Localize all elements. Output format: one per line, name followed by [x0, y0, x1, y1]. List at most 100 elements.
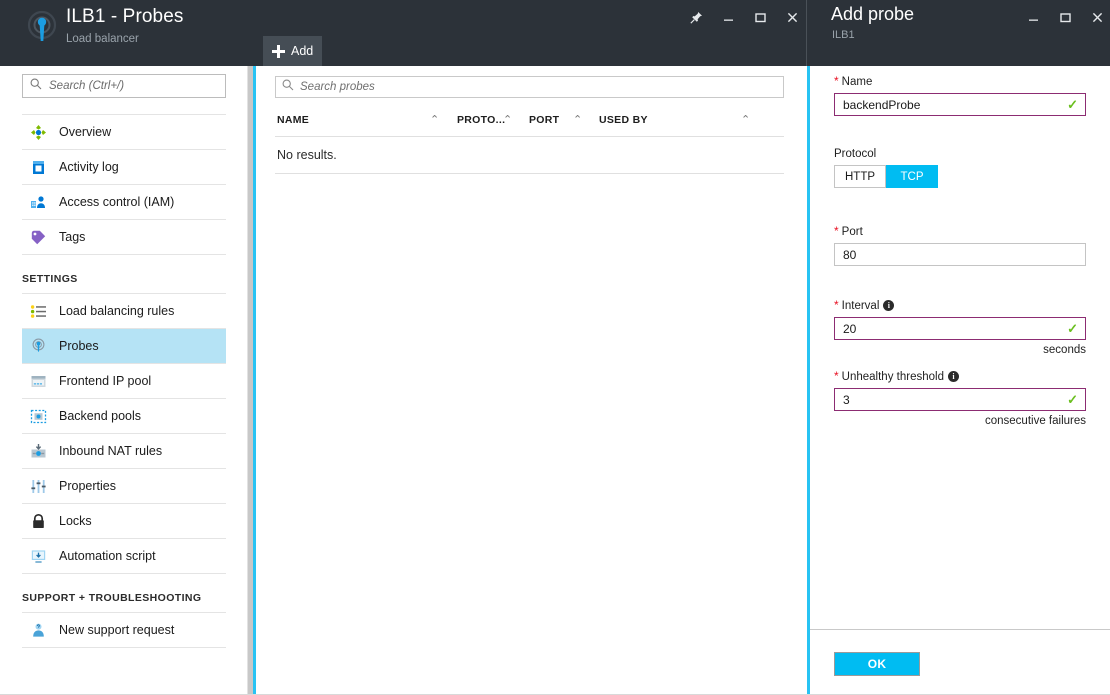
- minimize-icon[interactable]: [1017, 4, 1049, 30]
- sidebar-item-label: Automation script: [59, 549, 156, 563]
- sidebar-item-tags[interactable]: Tags: [22, 220, 226, 254]
- required-marker: *: [834, 224, 839, 238]
- sidebar-item-automation-script[interactable]: Automation script: [22, 539, 226, 573]
- sidebar-item-label: New support request: [59, 623, 174, 637]
- valid-check-icon: ✓: [1067, 322, 1078, 335]
- sidebar-item-activity-log[interactable]: Activity log: [22, 150, 226, 184]
- column-header-name[interactable]: NAME: [277, 114, 309, 126]
- sidebar-item-overview[interactable]: Overview: [22, 115, 226, 149]
- maximize-icon[interactable]: [744, 4, 776, 30]
- interval-unit-label: seconds: [834, 344, 1086, 356]
- column-header-port[interactable]: PORT: [529, 114, 559, 126]
- probes-list-pane: Search probes NAME ⌃ PROTO... ⌃ PORT ⌃ U…: [256, 66, 806, 695]
- sidebar-item-new-support-request[interactable]: New support request: [22, 613, 226, 647]
- sidebar-item-label: Locks: [59, 514, 92, 528]
- sidebar-item-label: Access control (IAM): [59, 195, 174, 209]
- search-icon: [282, 78, 294, 96]
- probes-search-placeholder: Search probes: [300, 81, 375, 93]
- add-button[interactable]: Add: [263, 36, 322, 66]
- add-probe-form-body: *Name backendProbe ✓ Protocol HTTP TCP *…: [810, 66, 1110, 628]
- unhealthy-threshold-input[interactable]: 3 ✓: [834, 388, 1086, 411]
- name-input[interactable]: backendProbe ✓: [834, 93, 1086, 116]
- page-subtitle: Load balancer: [66, 33, 139, 45]
- sidebar-item-properties[interactable]: Properties: [22, 469, 226, 503]
- sidebar-nav: Overview Activity log: [22, 114, 226, 648]
- sidebar-item-label: Backend pools: [59, 409, 141, 423]
- interval-input[interactable]: 20 ✓: [834, 317, 1086, 340]
- sidebar-search-placeholder: Search (Ctrl+/): [49, 80, 124, 92]
- blade-subtitle: ILB1: [832, 29, 855, 41]
- probes-search-input[interactable]: Search probes: [275, 76, 784, 98]
- search-icon: [30, 77, 42, 95]
- automation-script-icon: [30, 548, 47, 565]
- table-header-row: NAME ⌃ PROTO... ⌃ PORT ⌃ USED BY ⌃: [275, 108, 784, 136]
- add-probe-blade-header: Add probe ILB1: [807, 0, 1110, 66]
- label-text: Name: [842, 76, 873, 88]
- sidebar-group-support: SUPPORT + TROUBLESHOOTING: [22, 574, 226, 612]
- resource-window-buttons: [680, 4, 808, 30]
- info-icon[interactable]: i: [883, 300, 894, 311]
- table-empty-row: No results.: [275, 137, 784, 173]
- activity-log-icon: [30, 159, 47, 176]
- sidebar-item-load-balancing-rules[interactable]: Load balancing rules: [22, 294, 226, 328]
- sidebar-item-label: Overview: [59, 125, 111, 139]
- sidebar-item-label: Properties: [59, 479, 116, 493]
- maximize-icon[interactable]: [1049, 4, 1081, 30]
- protocol-option-tcp[interactable]: TCP: [886, 165, 938, 188]
- unhealthy-threshold-unit-label: consecutive failures: [834, 415, 1086, 427]
- properties-icon: [30, 478, 47, 495]
- sort-caret-name[interactable]: ⌃: [430, 115, 439, 126]
- close-icon[interactable]: [1081, 4, 1110, 30]
- field-interval: *Intervali 20 ✓ seconds: [834, 298, 1086, 356]
- field-protocol: Protocol HTTP TCP: [834, 148, 1086, 188]
- sidebar-item-label: Activity log: [59, 160, 119, 174]
- sidebar-search[interactable]: Search (Ctrl+/): [22, 74, 226, 98]
- tags-icon: [30, 229, 47, 246]
- sidebar-item-locks[interactable]: Locks: [22, 504, 226, 538]
- rules-icon: [30, 303, 47, 320]
- close-icon[interactable]: [776, 4, 808, 30]
- port-input[interactable]: 80: [834, 243, 1086, 266]
- lock-icon: [30, 513, 47, 530]
- info-icon[interactable]: i: [948, 371, 959, 382]
- label-text: Interval: [842, 300, 880, 312]
- required-marker: *: [834, 298, 839, 312]
- divider: [810, 629, 1110, 630]
- field-unhealthy-threshold-label: *Unhealthy thresholdi: [834, 369, 1086, 383]
- divider: [275, 173, 784, 174]
- label-text: Unhealthy threshold: [842, 371, 944, 383]
- sort-caret-used-by[interactable]: ⌃: [741, 115, 750, 126]
- pin-icon[interactable]: [680, 4, 712, 30]
- probes-table: NAME ⌃ PROTO... ⌃ PORT ⌃ USED BY ⌃ No re…: [275, 108, 784, 174]
- blade-window-buttons: [1017, 4, 1110, 30]
- sidebar-item-probes[interactable]: Probes: [22, 329, 226, 363]
- protocol-option-http[interactable]: HTTP: [834, 165, 886, 188]
- sort-caret-protocol[interactable]: ⌃: [503, 115, 512, 126]
- field-unhealthy-threshold: *Unhealthy thresholdi 3 ✓ consecutive fa…: [834, 369, 1086, 427]
- minimize-icon[interactable]: [712, 4, 744, 30]
- sidebar-group-settings: SETTINGS: [22, 255, 226, 293]
- add-probe-form: *Name backendProbe ✓ Protocol HTTP TCP *…: [810, 66, 1110, 695]
- sidebar-item-label: Load balancing rules: [59, 304, 174, 318]
- sidebar: Search (Ctrl+/) Overview: [0, 66, 248, 695]
- protocol-toggle[interactable]: HTTP TCP: [834, 165, 938, 188]
- add-button-label: Add: [291, 44, 313, 58]
- sort-caret-port[interactable]: ⌃: [573, 115, 582, 126]
- sidebar-item-label: Tags: [59, 230, 85, 244]
- nat-rules-icon: [30, 443, 47, 460]
- field-port-label: *Port: [834, 224, 1086, 238]
- sidebar-item-backend-pools[interactable]: Backend pools: [22, 399, 226, 433]
- column-header-protocol[interactable]: PROTO...: [457, 114, 505, 126]
- sidebar-item-access-control[interactable]: Access control (IAM): [22, 185, 226, 219]
- ok-button-label: OK: [868, 657, 887, 671]
- column-header-used-by[interactable]: USED BY: [599, 114, 648, 126]
- plus-icon: [272, 45, 285, 58]
- required-marker: *: [834, 74, 839, 88]
- field-interval-label: *Intervali: [834, 298, 1086, 312]
- sidebar-item-inbound-nat-rules[interactable]: Inbound NAT rules: [22, 434, 226, 468]
- sidebar-item-frontend-ip-pool[interactable]: Frontend IP pool: [22, 364, 226, 398]
- ok-button[interactable]: OK: [834, 652, 920, 676]
- port-input-value: 80: [843, 248, 856, 262]
- field-name-label: *Name: [834, 74, 1086, 88]
- empty-state-text: No results.: [275, 148, 337, 162]
